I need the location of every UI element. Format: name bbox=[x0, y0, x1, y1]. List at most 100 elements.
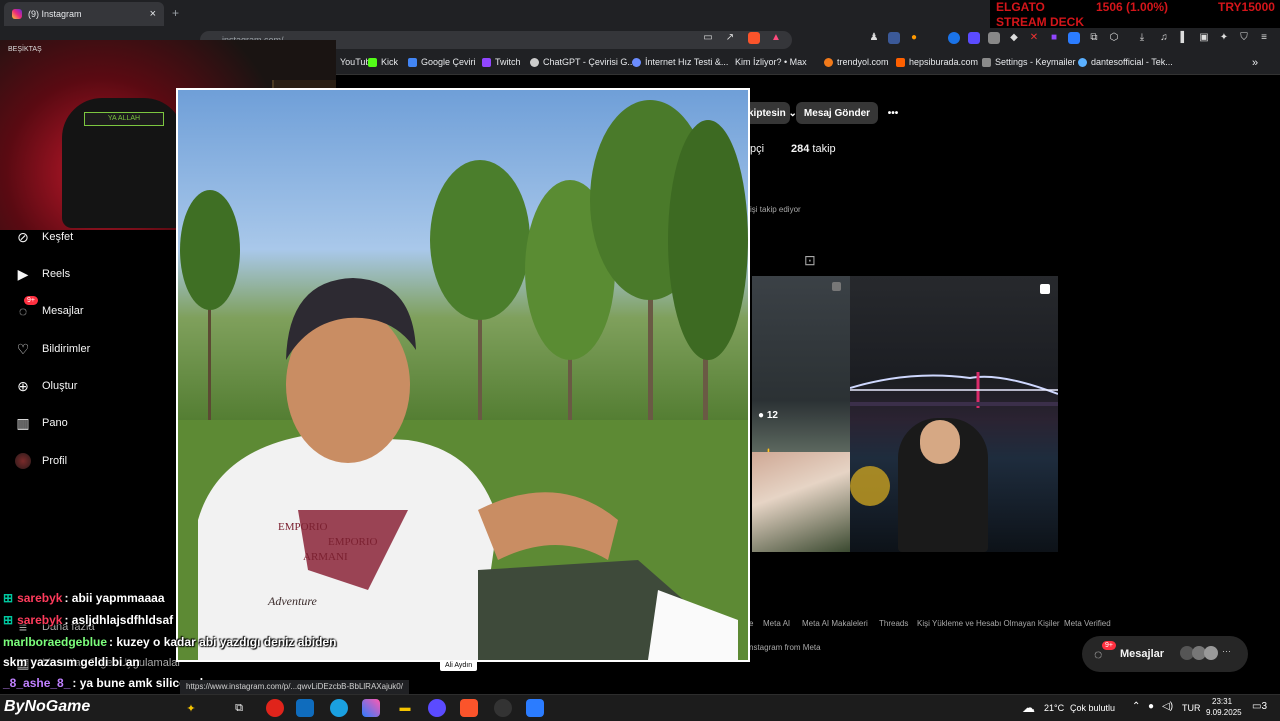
bookmark-chatgpt[interactable]: ChatGPT - Çevirisi G... bbox=[530, 57, 635, 67]
puzzle-icon[interactable]: ⧉ bbox=[1088, 32, 1100, 44]
followed-by-text[interactable]: işi takip ediyor bbox=[750, 205, 801, 214]
download-icon[interactable]: ⤓ bbox=[1136, 32, 1148, 44]
chat-username: _8_ashe_8_ bbox=[3, 676, 71, 690]
chat-text: : kuzey o kadar abi yazdıgı deniz abiden bbox=[109, 635, 337, 649]
language-indicator[interactable]: TUR bbox=[1182, 703, 1201, 713]
footer-link[interactable]: Threads bbox=[879, 619, 908, 628]
grid-post[interactable] bbox=[850, 276, 1058, 552]
bookmark-google-translate[interactable]: Google Çeviri bbox=[408, 57, 476, 67]
extension-icon[interactable]: ♟ bbox=[868, 32, 880, 44]
sidebar-item-label: Bildirimler bbox=[42, 343, 91, 355]
weather-icon: ☁ bbox=[1022, 700, 1035, 715]
sidebar-item-reels[interactable]: ▶ Reels bbox=[14, 265, 71, 283]
menu-icon[interactable]: ≡ bbox=[1258, 32, 1270, 44]
hepsiburada-icon bbox=[896, 57, 905, 67]
options-button[interactable]: ••• bbox=[882, 102, 904, 124]
brave-rewards-icon[interactable]: ▲ bbox=[770, 32, 782, 44]
new-tab-button[interactable]: + bbox=[172, 6, 179, 20]
app-icon[interactable] bbox=[526, 699, 544, 717]
chat-message: marlboraedgeblue: kuzey o kadar abi yazd… bbox=[3, 635, 336, 649]
chat-badge-icon: ⊞ bbox=[3, 591, 14, 605]
media-icon[interactable]: ♫ bbox=[1158, 32, 1170, 44]
shirt-text: Adventure bbox=[267, 594, 318, 608]
sidebar-item-create[interactable]: ⊕ Oluştur bbox=[14, 377, 77, 395]
post-photo[interactable]: EMPORIO EMPORIO ARMANI Adventure bbox=[176, 88, 750, 662]
weather-temp[interactable]: 21°C bbox=[1044, 703, 1064, 713]
bookmark-label: Kim İzliyor? • Max bbox=[735, 57, 807, 67]
following-button[interactable]: Takiptesin ⌄ bbox=[737, 102, 797, 124]
sidebar-item-messages[interactable]: ◌ 9+ Mesajlar bbox=[14, 296, 84, 320]
clock-date[interactable]: 9.09.2025 bbox=[1206, 708, 1242, 717]
bookmark-trendyol[interactable]: trendyol.com bbox=[824, 57, 889, 67]
grid-post[interactable]: ● 12 ☝ bbox=[752, 276, 850, 552]
notification-icon[interactable]: ▭3 bbox=[1252, 701, 1267, 712]
shirt-text: EMPORIO bbox=[278, 521, 328, 533]
app-icon[interactable] bbox=[428, 699, 446, 717]
extension-icon[interactable]: ■ bbox=[1048, 32, 1060, 44]
sidebar-item-profile[interactable]: Profil bbox=[14, 452, 67, 470]
wallet-icon[interactable]: ▣ bbox=[1198, 32, 1210, 44]
volume-icon[interactable]: ◁) bbox=[1162, 701, 1173, 712]
footer-link[interactable]: Kişi Yükleme ve Hesabı Olmayan Kişiler bbox=[917, 619, 1060, 628]
extension-icon[interactable] bbox=[1068, 32, 1080, 44]
followers-stat[interactable]: pçi bbox=[750, 143, 764, 155]
bookmarks-overflow-icon[interactable]: » bbox=[1252, 57, 1258, 69]
browser-tab[interactable]: (9) Instagram × bbox=[4, 2, 164, 26]
bookmark-twitch[interactable]: Twitch bbox=[482, 57, 521, 67]
bookmark-tekstil[interactable]: dantesofficial - Tek... bbox=[1078, 57, 1173, 67]
send-message-button[interactable]: Mesaj Gönder bbox=[796, 102, 878, 124]
bookmark-kick[interactable]: Kick bbox=[368, 57, 398, 67]
extension-icon[interactable]: ✕ bbox=[1028, 32, 1040, 44]
share-icon[interactable]: ↗ bbox=[724, 32, 736, 44]
messenger-icon: ◌ bbox=[1094, 646, 1103, 662]
sparkle-icon[interactable]: ✦ bbox=[182, 699, 200, 717]
copilot-icon[interactable] bbox=[362, 699, 380, 717]
obs-icon[interactable] bbox=[494, 699, 512, 717]
extension-icon[interactable]: ⬡ bbox=[1108, 32, 1120, 44]
footer-link[interactable]: Meta AI Makaleleri bbox=[802, 619, 868, 628]
brave-icon[interactable] bbox=[460, 699, 478, 717]
bookmark-max[interactable]: Kim İzliyor? • Max bbox=[735, 57, 807, 67]
weather-desc[interactable]: Çok bulutlu bbox=[1070, 703, 1115, 713]
cast-icon[interactable]: ▭ bbox=[702, 32, 714, 44]
extension-icon[interactable] bbox=[888, 32, 900, 44]
edge-icon[interactable] bbox=[330, 699, 348, 717]
brave-shield-icon[interactable] bbox=[748, 32, 760, 44]
extension-icon[interactable] bbox=[948, 32, 960, 44]
sidebar-toggle-icon[interactable]: ▌ bbox=[1178, 32, 1190, 44]
chat-badge-icon: ⊞ bbox=[3, 613, 14, 627]
folder-icon[interactable]: ▬ bbox=[396, 699, 414, 717]
chat-message: skm yazasım geldi bi an bbox=[3, 655, 140, 669]
chevron-up-icon[interactable]: ⌃ bbox=[1132, 701, 1140, 712]
outlook-icon[interactable] bbox=[296, 699, 314, 717]
task-view-icon[interactable]: ⧉ bbox=[230, 699, 248, 717]
bookmark-keymailer[interactable]: Settings - Keymailer bbox=[982, 57, 1076, 67]
microphone-icon[interactable]: ● bbox=[1148, 701, 1154, 712]
vpn-shield-icon[interactable]: ⛉ bbox=[1238, 32, 1250, 44]
sidebar-item-notifications[interactable]: ♡ Bildirimler bbox=[14, 340, 91, 358]
messages-pill[interactable]: ◌ 9+ Mesajlar ··· bbox=[1082, 636, 1248, 672]
sidebar-item-explore[interactable]: ⊘ Keşfet bbox=[14, 228, 73, 246]
opera-icon[interactable] bbox=[266, 699, 284, 717]
footer-link[interactable]: Meta AI bbox=[763, 619, 790, 628]
extension-icon[interactable] bbox=[988, 32, 1000, 44]
clock-time[interactable]: 23:31 bbox=[1212, 697, 1232, 706]
extension-icon[interactable]: ● bbox=[908, 32, 920, 44]
footer-link[interactable]: Meta Verified bbox=[1064, 619, 1111, 628]
tagged-tab-icon[interactable]: ⊡ bbox=[804, 252, 816, 269]
carousel-icon bbox=[1040, 284, 1050, 294]
tab-close-icon[interactable]: × bbox=[150, 8, 156, 20]
leo-ai-icon[interactable]: ✦ bbox=[1218, 32, 1230, 44]
notification-count: 3 bbox=[1261, 701, 1268, 712]
following-count: 284 bbox=[791, 143, 810, 155]
bookmark-hepsiburada[interactable]: hepsiburada.com bbox=[896, 57, 978, 67]
following-stat[interactable]: 284 takip bbox=[791, 143, 836, 155]
chair-headband: YA ALLAH bbox=[84, 112, 164, 126]
chat-text: skm yazasım geldi bi an bbox=[3, 655, 140, 669]
bookmark-speedtest[interactable]: İnternet Hız Testi &... bbox=[632, 57, 728, 67]
sidebar-item-dashboard[interactable]: ▥ Pano bbox=[14, 414, 67, 432]
bookmark-label: Twitch bbox=[495, 57, 521, 67]
extension-icon[interactable]: ◆ bbox=[1008, 32, 1020, 44]
extension-icon[interactable] bbox=[968, 32, 980, 44]
photo-tag-label[interactable]: Ali Aydın bbox=[440, 660, 478, 671]
